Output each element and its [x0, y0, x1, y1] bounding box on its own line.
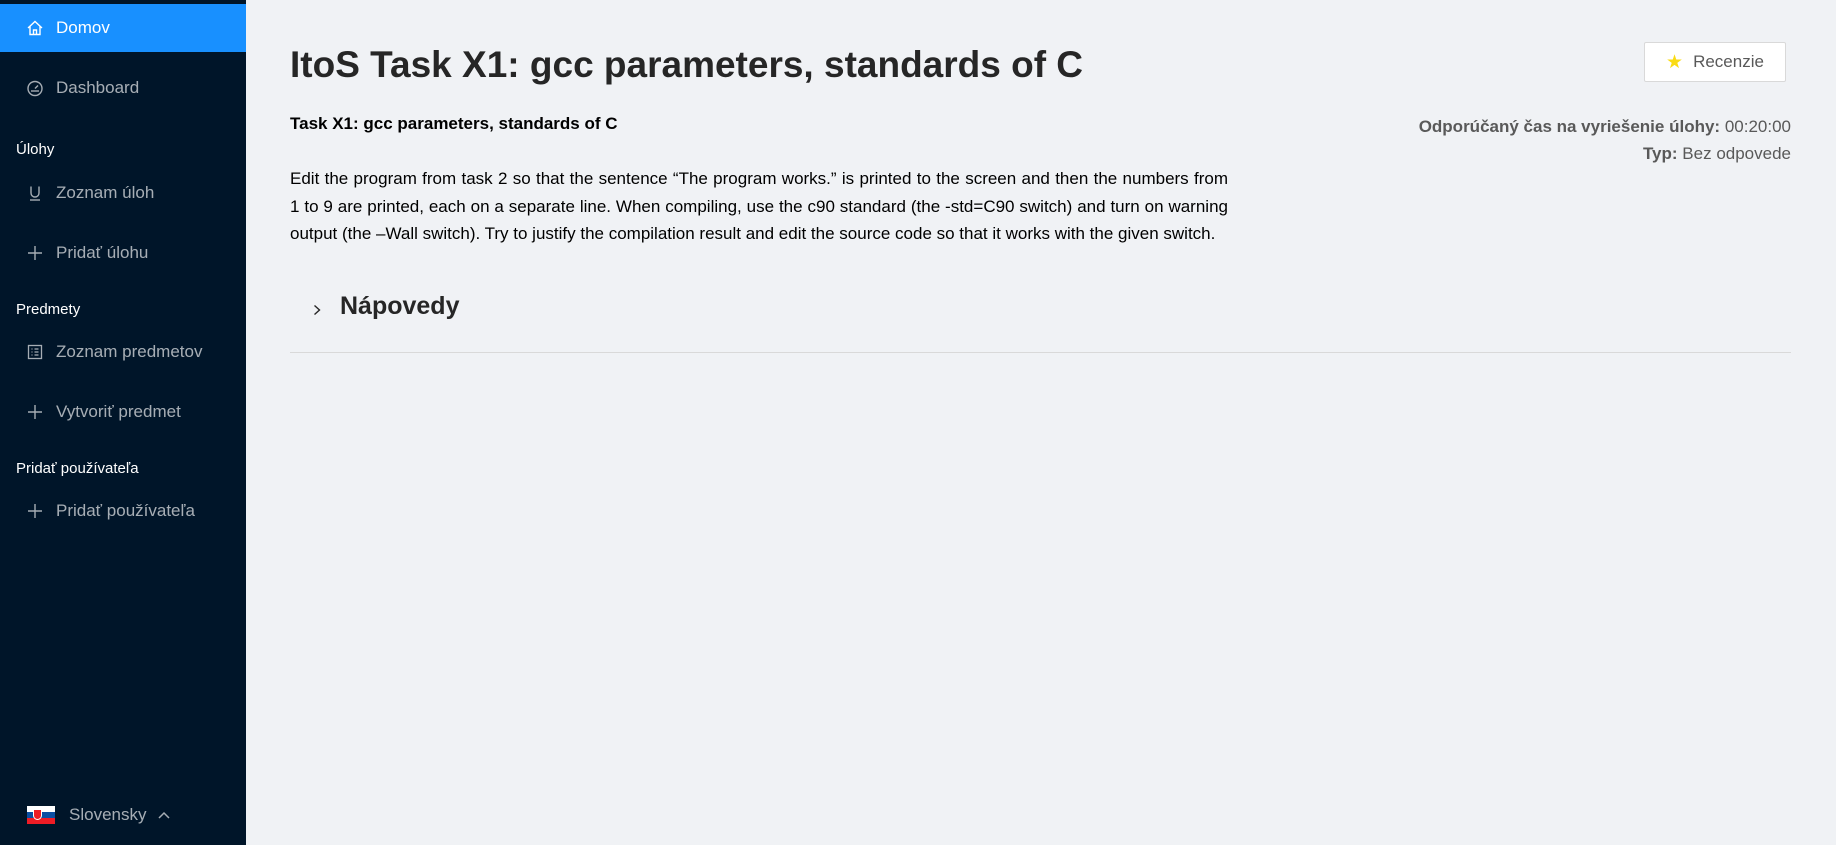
- sidebar: Domov Dashboard Úlohy Zoznam úloh Pridať…: [0, 0, 246, 845]
- sidebar-item-zoznam-predmetov[interactable]: Zoznam predmetov: [0, 328, 246, 376]
- plus-icon: [26, 502, 44, 520]
- sidebar-item-zoznam-uloh[interactable]: Zoznam úloh: [0, 169, 246, 217]
- underline-icon: [26, 184, 44, 202]
- task-description: Edit the program from task 2 so that the…: [290, 169, 1228, 243]
- sidebar-item-domov[interactable]: Domov: [0, 4, 246, 52]
- page-title: ItoS Task X1: gcc parameters, standards …: [290, 44, 1084, 85]
- sidebar-item-dashboard[interactable]: Dashboard: [0, 64, 246, 112]
- sidebar-item-label: Domov: [56, 18, 110, 37]
- group-title-pridat-pouzivatela: Pridať používateľa: [16, 460, 139, 477]
- sidebar-item-pridat-pouzivatela[interactable]: Pridať používateľa: [0, 487, 246, 535]
- list-icon: [26, 343, 44, 361]
- task-type-label: Typ:: [1642, 144, 1678, 163]
- sidebar-item-label: Vytvoriť predmet: [56, 402, 181, 421]
- sidebar-item-label: Pridať používateľa: [56, 501, 195, 520]
- task-meta: Odporúčaný čas na vyriešenie úlohy: 00:2…: [1419, 113, 1791, 167]
- slovak-flag-icon: [27, 806, 55, 824]
- main-content: ItoS Task X1: gcc parameters, standards …: [246, 0, 1836, 845]
- sidebar-item-label: Zoznam úloh: [56, 183, 155, 202]
- home-icon: [26, 19, 44, 37]
- review-button-label: Recenzie: [1693, 52, 1764, 71]
- hints-heading: Nápovedy: [340, 292, 460, 320]
- plus-icon: [26, 244, 44, 262]
- sidebar-item-pridat-ulohu[interactable]: Pridať úlohu: [0, 229, 246, 277]
- group-title-predmety: Predmety: [16, 301, 81, 318]
- star-icon: ★: [1666, 51, 1684, 73]
- sidebar-item-label: Dashboard: [56, 78, 140, 97]
- hints-collapse-toggle[interactable]: Nápovedy: [310, 292, 459, 321]
- chevron-right-icon: [314, 304, 321, 315]
- recommended-time: Odporúčaný čas na vyriešenie úlohy: 00:2…: [1419, 113, 1791, 140]
- sidebar-item-label: Zoznam predmetov: [56, 342, 203, 361]
- review-button[interactable]: ★ Recenzie: [1644, 42, 1786, 82]
- plus-icon: [26, 403, 44, 421]
- recommended-time-label: Odporúčaný čas na vyriešenie úlohy:: [1418, 117, 1721, 136]
- recommended-time-value: 00:20:00: [1724, 117, 1791, 136]
- divider: [290, 352, 1791, 353]
- task-subtitle: Task X1: gcc parameters, standards of C: [290, 114, 618, 133]
- group-title-ulohy: Úlohy: [16, 141, 55, 158]
- language-label: Slovensky: [69, 805, 147, 824]
- dashboard-icon: [26, 79, 44, 97]
- sidebar-item-vytvorit-predmet[interactable]: Vytvoriť predmet: [0, 388, 246, 436]
- sidebar-item-label: Pridať úlohu: [56, 243, 149, 262]
- task-type-value: Bez odpovede: [1682, 144, 1791, 163]
- language-selector[interactable]: Slovensky: [27, 802, 172, 828]
- task-type: Typ: Bez odpovede: [1419, 140, 1791, 167]
- chevron-up-icon: [158, 811, 171, 819]
